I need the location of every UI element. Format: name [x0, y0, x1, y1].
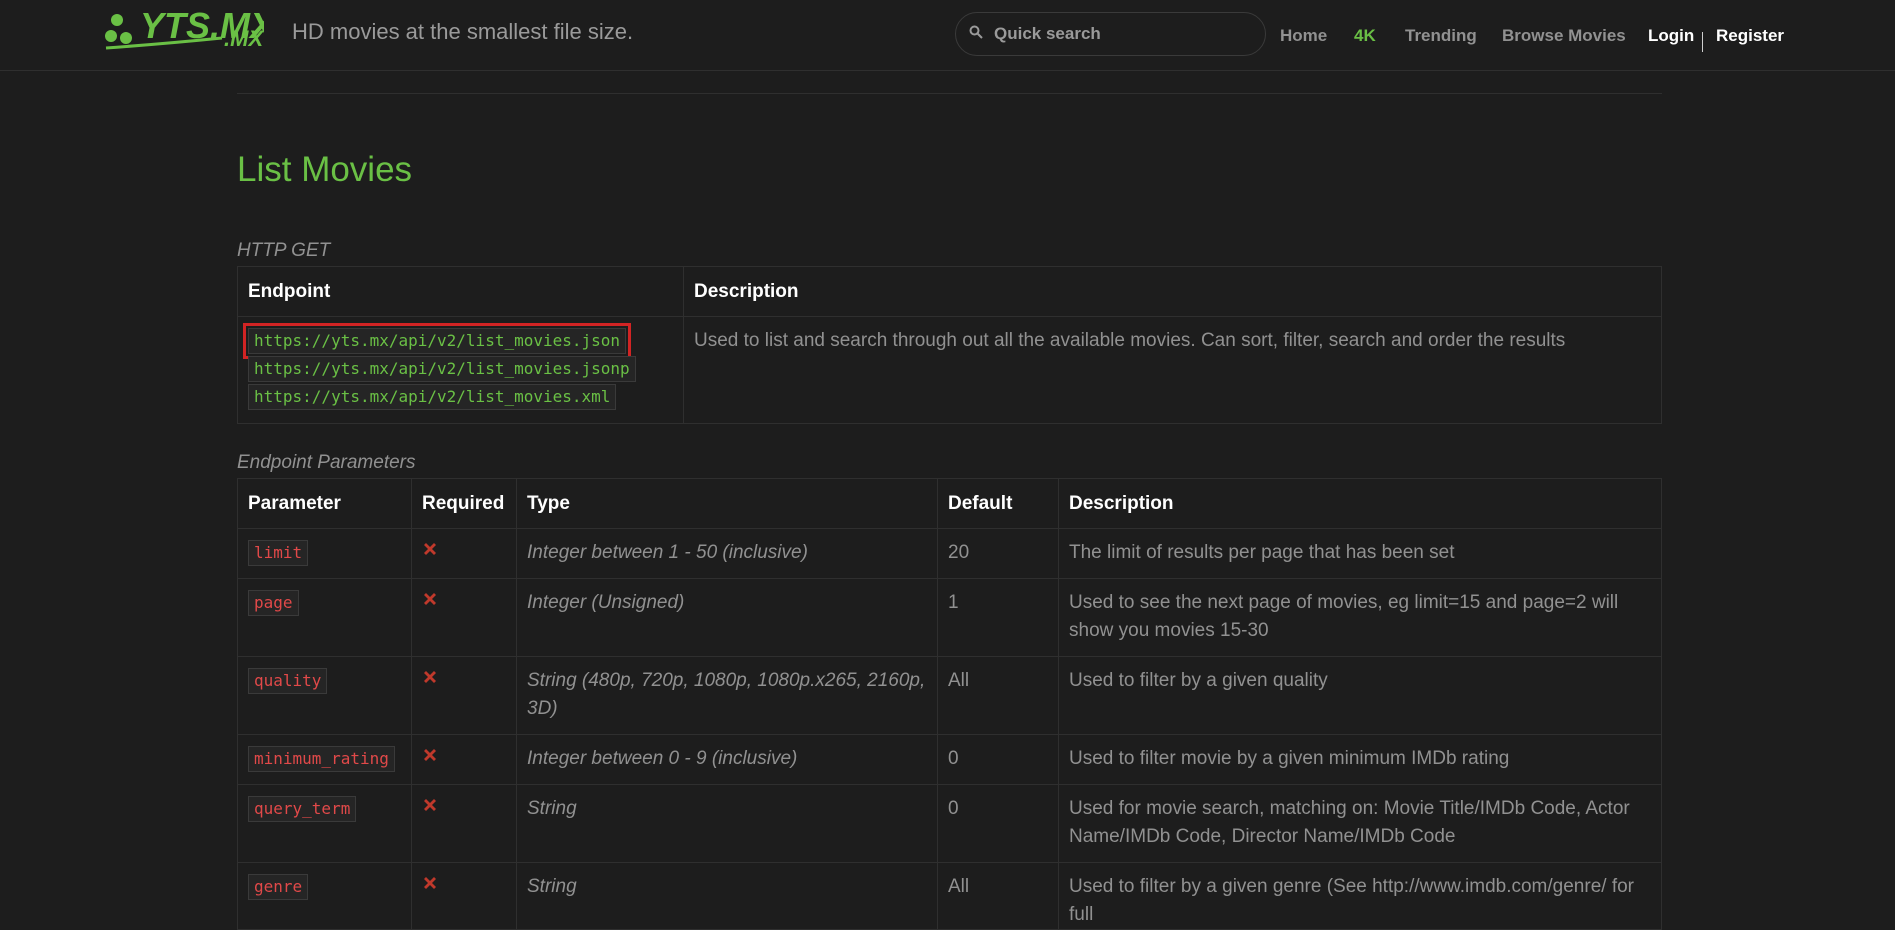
param-default: All — [937, 862, 1059, 930]
nav-register[interactable]: Register — [1716, 26, 1784, 46]
nav-login[interactable]: Login — [1648, 26, 1694, 46]
quick-search-input[interactable] — [994, 21, 1254, 47]
param-description: Used to filter movie by a given minimum … — [1058, 734, 1662, 785]
param-type: String — [516, 784, 938, 863]
param-description: Used for movie search, matching on: Movi… — [1058, 784, 1662, 863]
endpoint-description: Used to list and search through out all … — [683, 316, 1662, 424]
param-description: The limit of results per page that has b… — [1058, 528, 1662, 579]
param-default: 20 — [937, 528, 1059, 579]
type-header: Type — [516, 478, 938, 529]
param-default: 1 — [937, 578, 1059, 657]
description-header: Description — [683, 266, 1662, 317]
param-default: 0 — [937, 734, 1059, 785]
param-code: limit — [248, 540, 309, 566]
required-x-icon — [424, 593, 436, 605]
site-tagline: HD movies at the smallest file size. — [292, 19, 634, 44]
endpoint-xml-code[interactable]: https://yts.mx/api/v2/list_movies.xml — [248, 384, 617, 410]
nav-trending[interactable]: Trending — [1405, 26, 1477, 46]
table-row: query_term String 0 Used for movie searc… — [237, 784, 1662, 863]
endpoint-table: Endpoint Description https://yts.mx/api/… — [237, 266, 1662, 424]
required-x-icon — [424, 543, 436, 555]
table-row: minimum_rating Integer between 0 - 9 (in… — [237, 734, 1662, 785]
endpoint-cell: https://yts.mx/api/v2/list_movies.json h… — [237, 316, 684, 424]
site-header: YTS.MX .MX HD movies at the smallest fil… — [0, 0, 1895, 71]
default-header: Default — [937, 478, 1059, 529]
params-caption: Endpoint Parameters — [237, 452, 416, 473]
endpoint-jsonp-code[interactable]: https://yts.mx/api/v2/list_movies.jsonp — [248, 356, 636, 382]
required-header: Required — [411, 478, 517, 529]
param-code: page — [248, 590, 299, 616]
param-description-header: Description — [1058, 478, 1662, 529]
required-x-icon — [424, 877, 436, 889]
quick-search-box[interactable] — [955, 12, 1266, 56]
param-default: 0 — [937, 784, 1059, 863]
table-row: page Integer (Unsigned) 1 Used to see th… — [237, 578, 1662, 657]
param-description: Used to see the next page of movies, eg … — [1058, 578, 1662, 657]
divider — [237, 93, 1662, 94]
nav-browse-movies[interactable]: Browse Movies — [1502, 26, 1626, 46]
param-type: Integer (Unsigned) — [516, 578, 938, 657]
required-x-icon — [424, 671, 436, 683]
param-type: String — [516, 862, 938, 930]
table-row: quality String (480p, 720p, 1080p, 1080p… — [237, 656, 1662, 735]
page-title: List Movies — [237, 150, 413, 189]
param-default: All — [937, 656, 1059, 735]
table-row: https://yts.mx/api/v2/list_movies.json h… — [237, 316, 1662, 424]
nav-home[interactable]: Home — [1280, 26, 1327, 46]
table-row: limit Integer between 1 - 50 (inclusive)… — [237, 528, 1662, 579]
params-table: Parameter Required Type Default Descript… — [237, 478, 1662, 930]
nav-separator — [1702, 32, 1703, 52]
parameter-header: Parameter — [237, 478, 412, 529]
http-method-caption: HTTP GET — [237, 240, 331, 261]
search-icon — [969, 25, 983, 39]
param-description: Used to filter by a given genre (See htt… — [1058, 862, 1662, 930]
param-type: Integer between 1 - 50 (inclusive) — [516, 528, 938, 579]
param-code: quality — [248, 668, 328, 694]
param-description: Used to filter by a given quality — [1058, 656, 1662, 735]
required-x-icon — [424, 799, 436, 811]
endpoint-header: Endpoint — [237, 266, 684, 317]
param-code: minimum_rating — [248, 746, 395, 772]
yts-logo[interactable]: YTS.MX .MX — [102, 4, 264, 56]
param-code: genre — [248, 874, 309, 900]
table-row: genre String All Used to filter by a giv… — [237, 862, 1662, 930]
svg-text:.MX: .MX — [224, 26, 264, 51]
yts-logo-icon: YTS.MX .MX — [105, 5, 264, 51]
required-x-icon — [424, 749, 436, 761]
param-code: query_term — [248, 796, 357, 822]
endpoint-json-code[interactable]: https://yts.mx/api/v2/list_movies.json — [242, 323, 632, 359]
param-type: Integer between 0 - 9 (inclusive) — [516, 734, 938, 785]
param-type: String (480p, 720p, 1080p, 1080p.x265, 2… — [516, 656, 938, 735]
nav-4k[interactable]: 4K — [1354, 26, 1376, 46]
